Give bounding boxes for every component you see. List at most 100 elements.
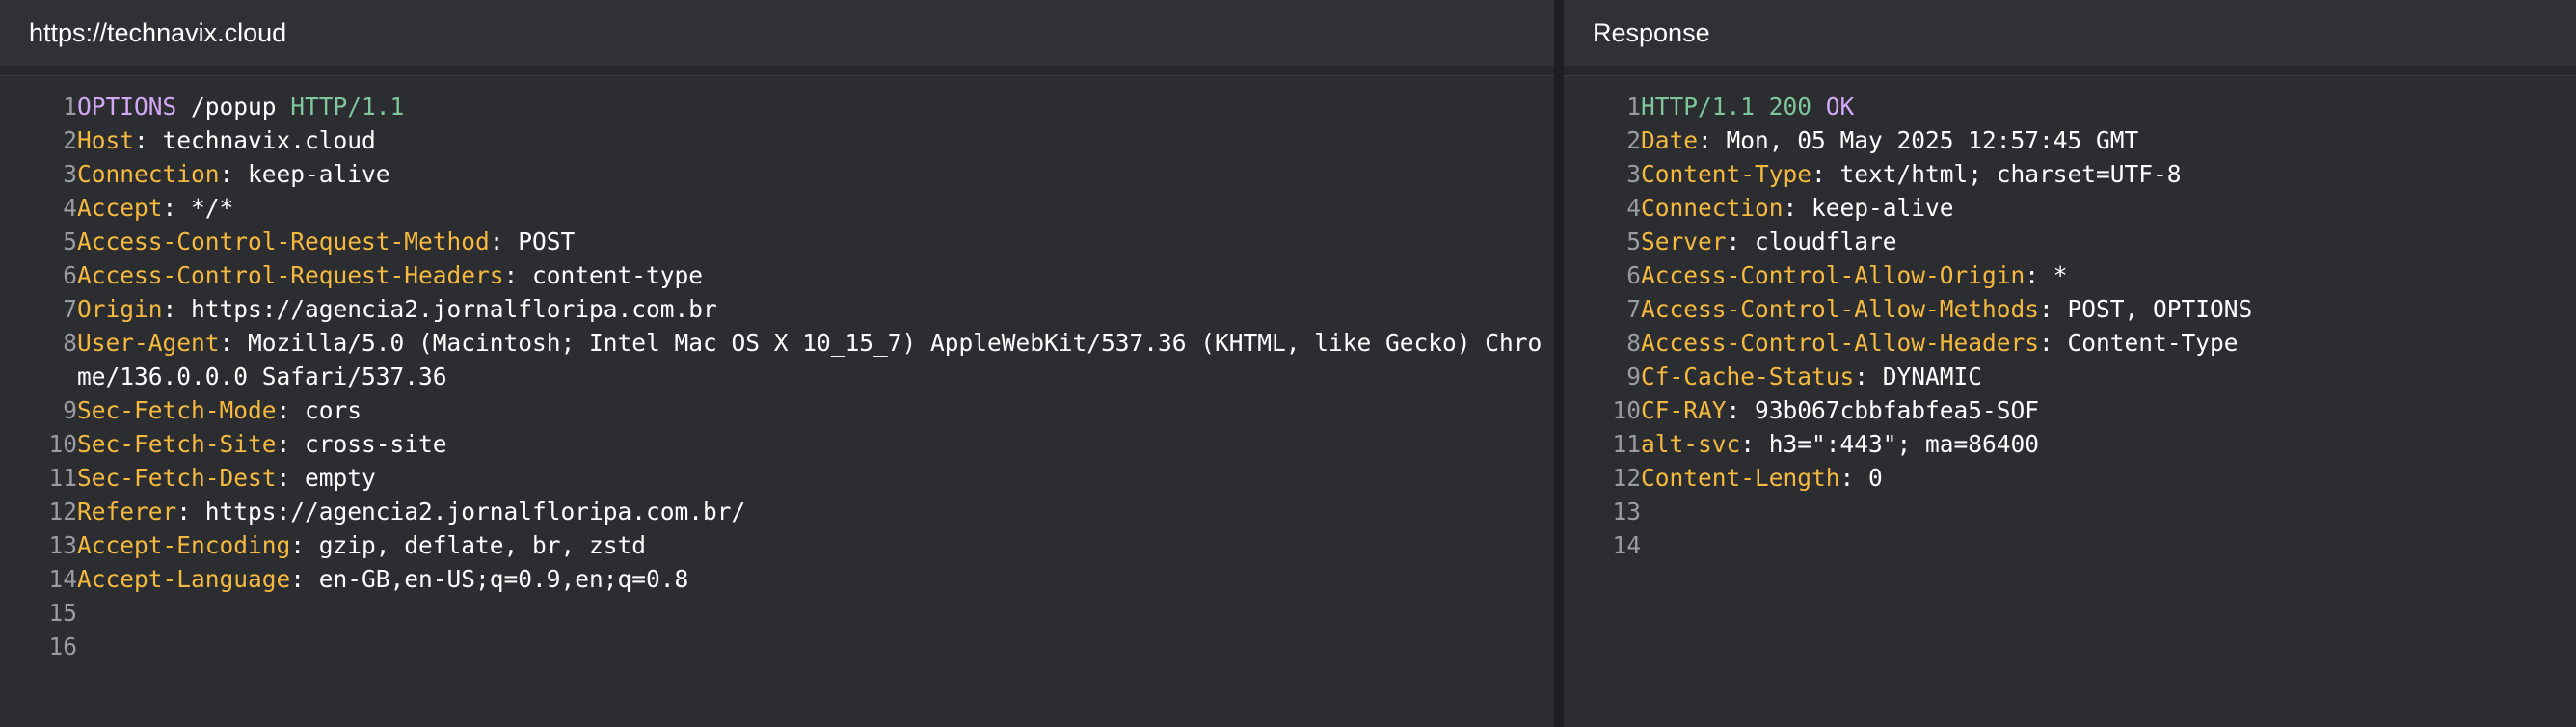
header-key: Connection [1641,194,1784,222]
header-key: Access-Control-Allow-Origin [1641,261,2026,289]
header-separator: : [2039,329,2068,357]
header-separator: : [1740,430,1769,458]
request-path: /popup [176,93,291,121]
response-header-line: 12 Content-Length: 0 [1564,461,2576,495]
response-status-reason: OK [1825,93,1855,121]
request-header-line: 6 Access-Control-Request-Headers: conten… [0,258,1554,292]
line-number: 10 [48,430,77,458]
line-number: 5 [1626,228,1641,256]
header-key: Referer [77,498,177,525]
header-value: content-type [532,261,704,289]
response-header-line: 4 Connection: keep-alive [1564,191,2576,225]
response-code-editor[interactable]: 1 HTTP/1.1 200 OK 2 Date: Mon, 05 May 20… [1564,76,2576,562]
header-separator: : [290,565,319,593]
header-key: Content-Length [1641,464,1840,492]
header-key: Origin [77,295,163,323]
line-number: 8 [1626,329,1641,357]
response-pane: Response 1 HTTP/1.1 200 OK 2 Date: Mon, … [1564,0,2576,727]
pane-resize-handle[interactable] [1554,0,1564,727]
header-separator: : [1698,126,1727,154]
request-protocol: HTTP/1.1 [290,93,405,121]
line-number: 8 [63,329,77,357]
header-key: Host [77,126,135,154]
header-separator: : [489,228,519,256]
header-key: Access-Control-Allow-Methods [1641,295,2040,323]
request-code-editor[interactable]: 1 OPTIONS /popup HTTP/1.1 2 Host: techna… [0,76,1554,663]
line-number: 6 [63,261,77,289]
header-key: User-Agent [77,329,220,357]
header-value: https://agencia2.jornalfloripa.com.br [191,295,717,323]
request-header-line: 9 Sec-Fetch-Mode: cors [0,393,1554,427]
response-header-line: 7 Access-Control-Allow-Methods: POST, OP… [1564,292,2576,326]
header-value: Content-Type [2067,329,2239,357]
line-number: 14 [1612,531,1641,559]
request-header-line: 3 Connection: keep-alive [0,157,1554,191]
line-number: 9 [1626,363,1641,390]
header-key: Accept-Encoding [77,531,291,559]
header-key: Cf-Cache-Status [1641,363,1855,390]
line-number: 4 [1626,194,1641,222]
header-separator: : [219,329,249,357]
line-number: 12 [1612,464,1641,492]
line-number: 11 [1612,430,1641,458]
header-key: Accept-Language [77,565,291,593]
header-key: Date [1641,126,1699,154]
request-header-line: 13 Accept-Encoding: gzip, deflate, br, z… [0,528,1554,562]
header-separator: : [276,430,306,458]
response-empty-line: 14 [1564,528,2576,562]
header-key: Access-Control-Allow-Headers [1641,329,2040,357]
header-value: 93b067cbbfabfea5-SOF [1755,396,2040,424]
request-title: https://technavix.cloud [29,17,287,47]
header-separator: : [276,396,306,424]
status-line: 1 HTTP/1.1 200 OK [1564,90,2576,123]
header-value: https://agencia2.jornalfloripa.com.br/ [204,498,746,525]
response-protocol: HTTP/1.1 [1641,93,1756,121]
line-number: 6 [1626,261,1641,289]
header-separator: : [162,194,192,222]
line-number: 15 [48,599,77,627]
line-number: 13 [1612,498,1641,525]
line-number: 2 [63,126,77,154]
header-separator: : [1726,396,1756,424]
header-value: */* [191,194,234,222]
request-method: OPTIONS [77,93,177,121]
header-key: Sec-Fetch-Site [77,430,277,458]
line-number: 9 [63,396,77,424]
header-value: cloudflare [1755,228,1897,256]
header-value: 0 [1868,464,1883,492]
header-key: alt-svc [1641,430,1741,458]
header-separator: : [290,531,319,559]
header-key: Connection [77,160,220,188]
header-value: Mozilla/5.0 (Macintosh; Intel Mac OS X 1… [77,329,1543,390]
request-empty-line: 16 [0,630,1554,663]
request-header-line: 8 User-Agent: Mozilla/5.0 (Macintosh; In… [0,326,1554,393]
line-number: 7 [63,295,77,323]
header-value: Mon, 05 May 2025 12:57:45 GMT [1726,126,2139,154]
line-number: 1 [1626,93,1641,121]
header-value: POST [518,228,576,256]
header-value: en-GB,en-US;q=0.9,en;q=0.8 [318,565,689,593]
response-empty-line: 13 [1564,495,2576,528]
line-number: 13 [48,531,77,559]
header-separator: : [162,295,192,323]
request-header-line: 12 Referer: https://agencia2.jornalflori… [0,495,1554,528]
header-value: empty [305,464,376,492]
header-key: Access-Control-Request-Headers [77,261,504,289]
response-header-line: 9 Cf-Cache-Status: DYNAMIC [1564,360,2576,393]
response-header-line: 2 Date: Mon, 05 May 2025 12:57:45 GMT [1564,123,2576,157]
response-pane-header: Response [1564,0,2576,66]
header-key: Content-Type [1641,160,1812,188]
request-pane-header: https://technavix.cloud [0,0,1554,66]
response-title: Response [1593,17,1710,47]
header-key: Sec-Fetch-Mode [77,396,277,424]
line-number: 1 [63,93,77,121]
header-key: CF-RAY [1641,396,1727,424]
header-separator: : [134,126,163,154]
header-separator: : [2039,295,2068,323]
request-header-line: 2 Host: technavix.cloud [0,123,1554,157]
request-pane: https://technavix.cloud 1 OPTIONS /popup… [0,0,1554,727]
response-header-separator [1564,66,2576,76]
header-key: Server [1641,228,1727,256]
line-number: 12 [48,498,77,525]
request-header-line: 11 Sec-Fetch-Dest: empty [0,461,1554,495]
